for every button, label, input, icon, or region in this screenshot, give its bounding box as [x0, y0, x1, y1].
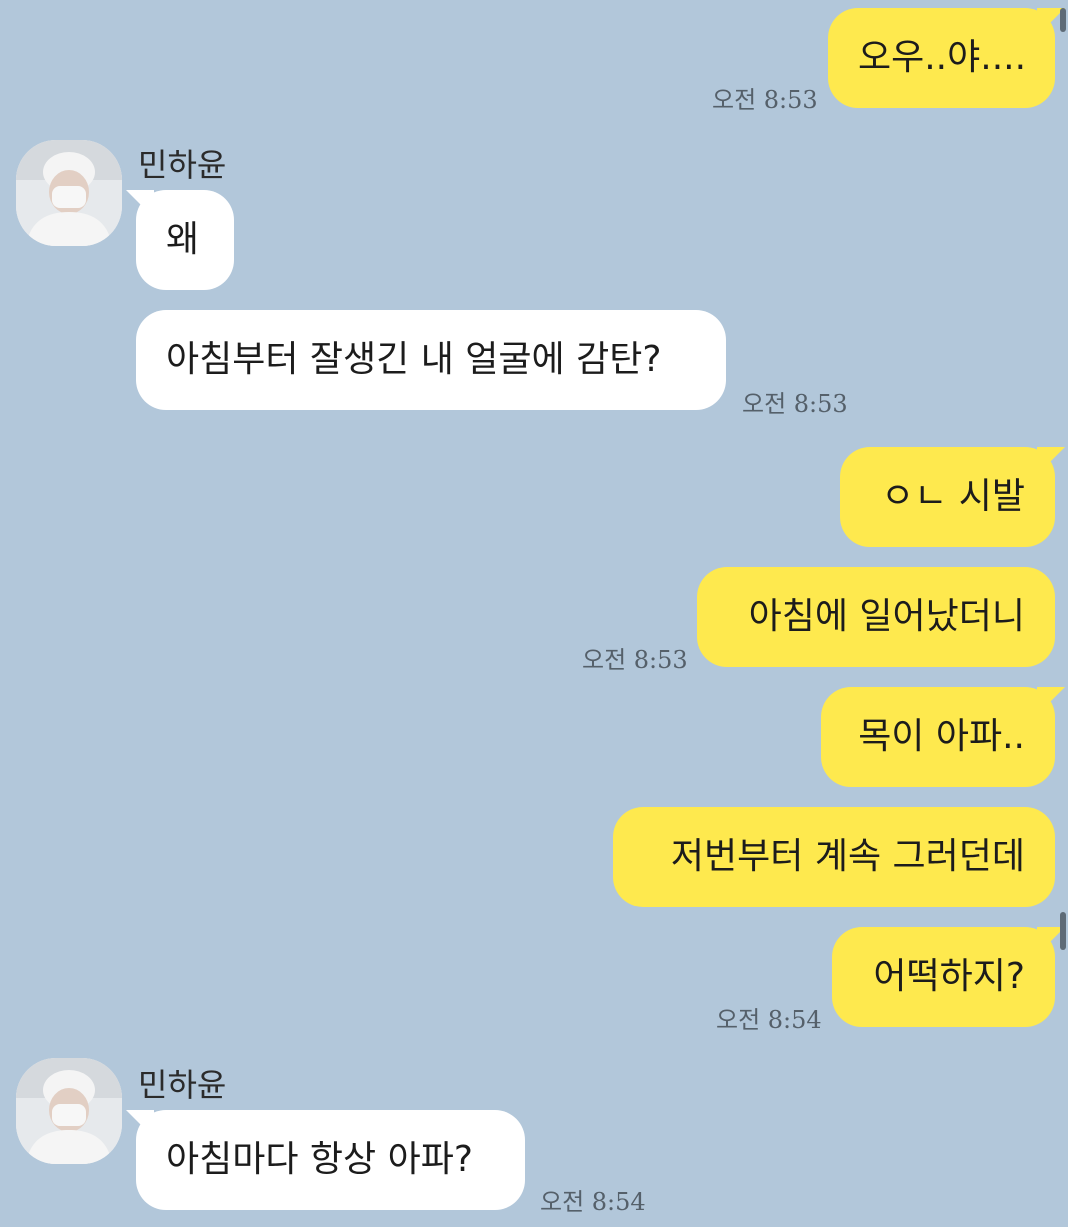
message-text: 아침에 일어났더니: [748, 596, 1025, 637]
scrollbar-thumb[interactable]: [1060, 8, 1066, 32]
message-bubble-theirs[interactable]: 아침마다 항상 아파?: [126, 1110, 525, 1210]
bubble-tail: [126, 190, 154, 218]
sender-name: 민하윤: [138, 1066, 227, 1104]
message-time: 오전 8:53: [712, 86, 818, 114]
chat-area[interactable]: 오우..야.... 오전 8:53 민하윤 왜 아침부터 잘생긴 내 얼굴에 감…: [0, 0, 1068, 1227]
message-bubble-mine[interactable]: 아침에 일어났더니: [697, 567, 1055, 667]
message-time: 오전 8:53: [582, 646, 688, 674]
message-text: 저번부터 계속 그러던데: [670, 836, 1025, 877]
message-bubble-theirs[interactable]: 왜: [126, 190, 234, 290]
message-text: 어떡하지?: [873, 956, 1025, 997]
profile-photo-icon: [16, 1058, 122, 1164]
message-bubble-theirs[interactable]: 아침부터 잘생긴 내 얼굴에 감탄?: [136, 310, 726, 410]
message-text: 오우..야....: [858, 37, 1027, 78]
message-time: 오전 8:54: [540, 1188, 646, 1216]
message-bubble-mine[interactable]: 어떡하지?: [832, 927, 1065, 1027]
message-text: 목이 아파..: [858, 716, 1025, 757]
message-time: 오전 8:53: [742, 390, 848, 418]
scrollbar-thumb[interactable]: [1060, 912, 1066, 950]
sender-name: 민하윤: [138, 146, 227, 184]
message-text: 왜: [166, 219, 200, 260]
message-time: 오전 8:54: [716, 1006, 822, 1034]
avatar[interactable]: [16, 140, 122, 246]
message-text: 아침마다 항상 아파?: [166, 1139, 473, 1180]
message-bubble-mine[interactable]: 오우..야....: [828, 8, 1065, 108]
message-bubble-mine[interactable]: 저번부터 계속 그러던데: [613, 807, 1055, 907]
message-bubble-mine[interactable]: 목이 아파..: [821, 687, 1065, 787]
bubble-tail: [1037, 447, 1065, 475]
message-text: ㅇㄴ 시발: [881, 476, 1025, 517]
message-text: 아침부터 잘생긴 내 얼굴에 감탄?: [166, 339, 662, 380]
message-bubble-mine[interactable]: ㅇㄴ 시발: [840, 447, 1065, 547]
avatar[interactable]: [16, 1058, 122, 1164]
bubble-tail: [126, 1110, 154, 1138]
bubble-tail: [1037, 687, 1065, 715]
profile-photo-icon: [16, 140, 122, 246]
